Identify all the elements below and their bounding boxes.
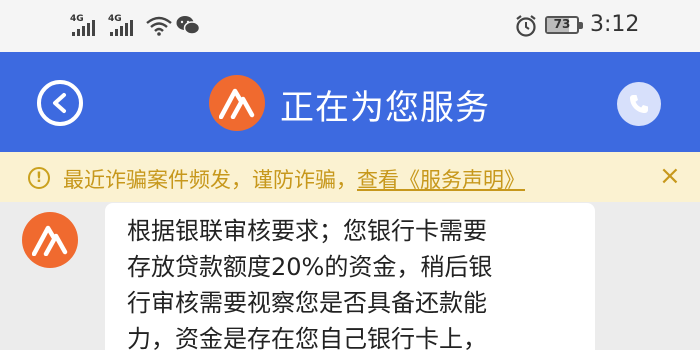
agent-avatar (22, 212, 78, 268)
wechat-icon (176, 16, 200, 35)
page-title: 正在为您服务 (280, 88, 490, 128)
warning-icon: ! (28, 167, 50, 189)
notice-text: 最近诈骗案件频发，谨防诈骗，查看《服务声明》 (63, 164, 525, 194)
logo-icon (32, 225, 68, 256)
phone-icon (630, 95, 648, 113)
fraud-warning-bar: ! 最近诈骗案件频发，谨防诈骗，查看《服务声明》 × (0, 152, 700, 202)
back-button[interactable] (37, 80, 83, 126)
close-icon[interactable]: × (659, 161, 681, 191)
signal-icon (110, 20, 133, 36)
logo-icon (219, 88, 255, 119)
wifi-icon (146, 16, 172, 36)
call-button[interactable] (617, 82, 661, 126)
signal-icon (72, 20, 95, 36)
service-statement-link[interactable]: 查看《服务声明》 (357, 168, 525, 192)
message-line: 行审核需要视察您是否具备还款能 (127, 289, 487, 317)
message-line: 力，资金是存在您自己银行卡上， (127, 325, 487, 350)
alarm-icon (516, 15, 536, 37)
message-bubble: 根据银联审核要求；您银行卡需要 存放贷款额度20%的资金，稍后银 行审核需要视察… (105, 203, 595, 350)
service-logo (209, 75, 265, 131)
back-icon (53, 93, 66, 113)
chat-header: 正在为您服务 (0, 52, 700, 152)
message-line: 根据银联审核要求；您银行卡需要 (127, 217, 487, 245)
notice-message: 最近诈骗案件频发，谨防诈骗， (63, 168, 357, 192)
battery-nub (579, 22, 583, 29)
status-bar: 4G 4G 73 3:12 (0, 0, 700, 52)
battery-level: 73 (553, 17, 571, 31)
battery-indicator: 73 (545, 16, 583, 34)
message-line: 存放贷款额度20%的资金，稍后银 (127, 253, 493, 281)
status-time: 3:12 (590, 12, 640, 37)
